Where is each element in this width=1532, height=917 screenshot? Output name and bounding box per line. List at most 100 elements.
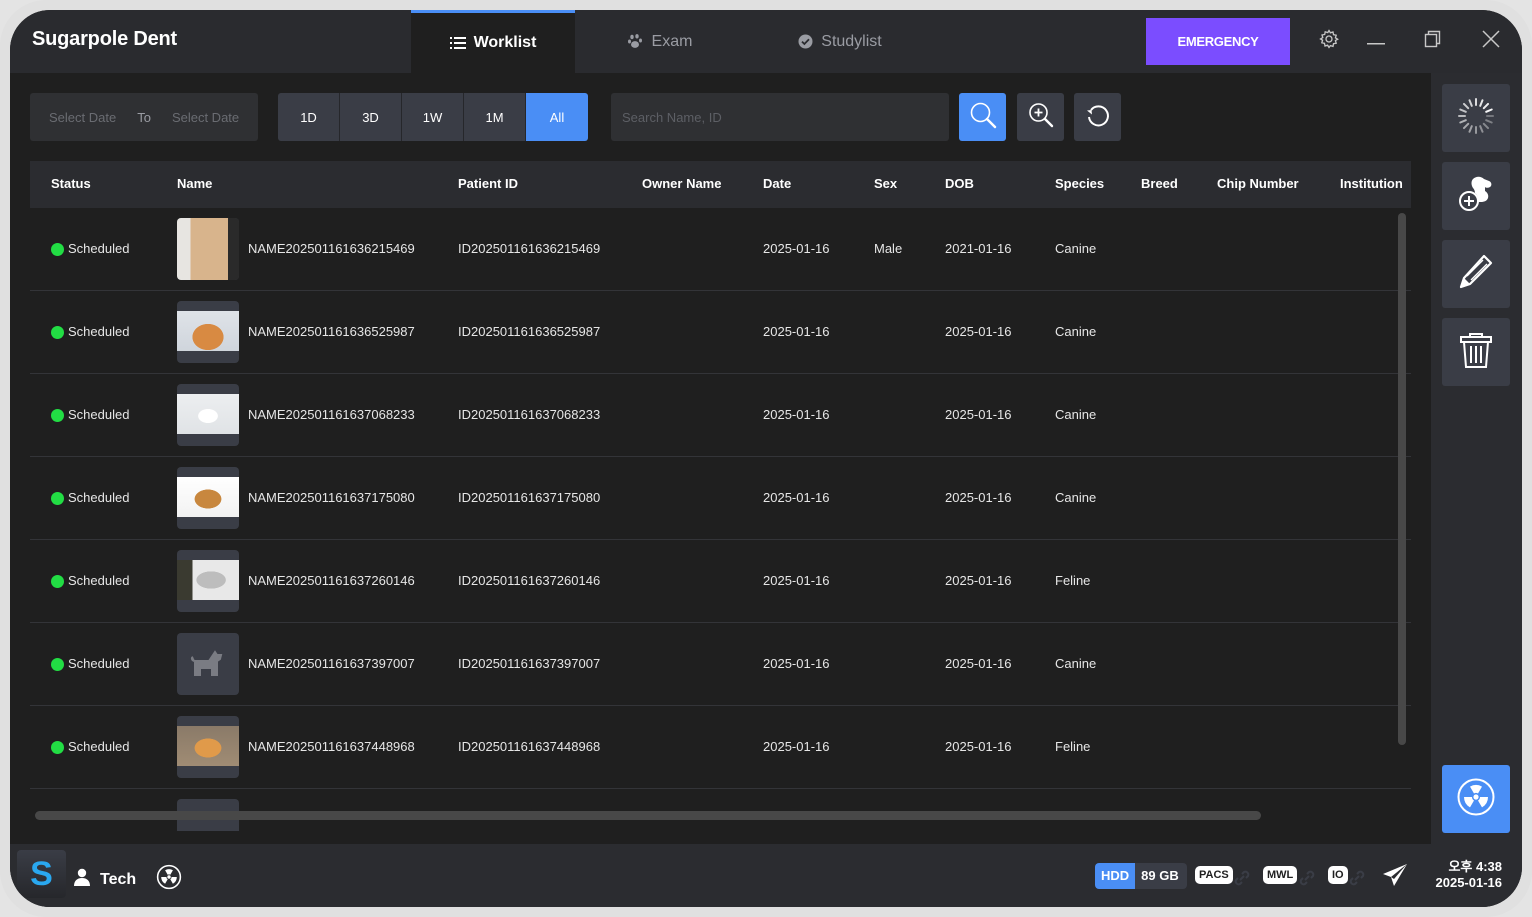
restore-button[interactable] <box>1420 28 1446 54</box>
photo-white-dog <box>177 394 239 434</box>
date-cell: 2025-01-16 <box>763 241 830 256</box>
patient-name-cell: NAME202501161636525987 <box>248 324 415 339</box>
patient-thumbnail <box>177 467 239 529</box>
paper-plane-icon <box>1382 864 1408 892</box>
column-header-institution[interactable]: Institution <box>1340 176 1403 191</box>
dob-cell: 2025-01-16 <box>945 324 1012 339</box>
patient-id-cell: ID202501161637448968 <box>458 739 601 754</box>
horizontal-scrollbar[interactable] <box>35 811 1261 820</box>
column-header-sex[interactable]: Sex <box>874 176 897 191</box>
minimize-button[interactable] <box>1363 28 1389 54</box>
hdd-free-space: 89 GB <box>1135 863 1187 889</box>
edit-button[interactable] <box>1442 240 1510 308</box>
dob-cell: 2025-01-16 <box>945 739 1012 754</box>
pacs-badge[interactable]: PACS <box>1195 866 1233 884</box>
species-cell: Canine <box>1055 241 1097 256</box>
loading-button[interactable] <box>1442 84 1510 152</box>
species-cell: Canine <box>1055 656 1097 671</box>
period-3d-button[interactable]: 3D <box>340 93 402 141</box>
status-text: Scheduled <box>68 656 130 671</box>
worklist-table: Status Name Patient ID Owner Name Date S… <box>30 161 1411 831</box>
patient-name-cell: NAME202501161636215469 <box>248 241 415 256</box>
table-row[interactable]: Scheduled NAME202501161637448968 ID2025011… <box>30 706 1411 789</box>
table-row[interactable]: Scheduled NAME202501161637260146 ID2025011… <box>30 540 1411 623</box>
mwl-link-icon <box>1297 868 1317 893</box>
tab-label: Exam <box>651 32 693 50</box>
pacs-link-icon <box>1232 868 1252 893</box>
table-row[interactable]: Scheduled NAME202501161637068233 ID2025011… <box>30 374 1411 457</box>
table-row[interactable]: Scheduled NAME202501161636525987 ID2025011… <box>30 291 1411 374</box>
send-button[interactable] <box>1382 862 1408 893</box>
column-header-breed[interactable]: Breed <box>1141 176 1178 191</box>
hdd-label: HDD <box>1095 863 1136 889</box>
edit-pencil-icon <box>1456 252 1496 297</box>
status-text: Scheduled <box>68 490 130 505</box>
column-header-owner-name[interactable]: Owner Name <box>642 176 721 191</box>
species-cell: Canine <box>1055 490 1097 505</box>
close-button[interactable] <box>1478 28 1504 54</box>
date-cell: 2025-01-16 <box>763 656 830 671</box>
app-title: Sugarpole Dent <box>32 28 177 50</box>
table-row-partial[interactable] <box>30 789 1411 831</box>
status-dot-icon <box>51 575 64 588</box>
photo-orange-cat <box>177 726 239 766</box>
date-cell: 2025-01-16 <box>763 324 830 339</box>
tab-studylist[interactable]: Studylist <box>760 10 920 73</box>
current-user[interactable]: Tech <box>74 864 182 895</box>
clock-time: 오후 4:38 <box>1448 859 1502 874</box>
date-cell: 2025-01-16 <box>763 407 830 422</box>
tab-exam[interactable]: Exam <box>590 10 730 73</box>
table-row[interactable]: Scheduled NAME202501161637397007 ID2025011… <box>30 623 1411 706</box>
patient-thumbnail <box>177 550 239 612</box>
clock: 오후 4:38 2025-01-16 <box>1428 859 1503 891</box>
photo-pomeranian <box>177 218 239 280</box>
column-header-patient-id[interactable]: Patient ID <box>458 176 518 191</box>
search-input[interactable] <box>611 93 949 141</box>
status-dot-icon <box>51 492 64 505</box>
column-header-name[interactable]: Name <box>177 176 212 191</box>
status-dot-icon <box>51 658 64 671</box>
settings-button[interactable] <box>1316 28 1342 54</box>
status-text: Scheduled <box>68 241 130 256</box>
status-dot-icon <box>51 409 64 422</box>
refresh-button[interactable] <box>1074 93 1121 141</box>
tab-worklist[interactable]: Worklist <box>411 10 575 73</box>
zoom-in-icon <box>1028 102 1054 133</box>
date-from-field[interactable]: Select Date <box>49 110 116 125</box>
table-row[interactable]: Scheduled NAME202501161636215469 ID2025011… <box>30 208 1411 291</box>
period-1w-button[interactable]: 1W <box>402 93 464 141</box>
io-badge[interactable]: IO <box>1328 866 1348 884</box>
patient-name-cell: NAME202501161637397007 <box>248 656 415 671</box>
column-header-chip-number[interactable]: Chip Number <box>1217 176 1299 191</box>
vertical-scrollbar[interactable] <box>1398 213 1406 745</box>
period-1m-button[interactable]: 1M <box>464 93 526 141</box>
close-icon <box>1482 29 1500 53</box>
delete-button[interactable] <box>1442 318 1510 386</box>
io-link-icon <box>1347 868 1367 893</box>
period-all-button[interactable]: All <box>526 93 588 141</box>
column-header-status[interactable]: Status <box>51 176 91 191</box>
patient-thumbnail <box>177 384 239 446</box>
period-1d-button[interactable]: 1D <box>278 93 340 141</box>
add-patient-button[interactable] <box>1442 162 1510 230</box>
patient-name-cell: NAME202501161637068233 <box>248 407 415 422</box>
date-range-picker[interactable]: Select Date To Select Date <box>30 93 258 141</box>
emergency-button[interactable]: EMERGENCY <box>1146 18 1290 65</box>
zoom-in-button[interactable] <box>1017 93 1064 141</box>
column-header-species[interactable]: Species <box>1055 176 1104 191</box>
mwl-badge[interactable]: MWL <box>1263 866 1298 884</box>
restore-icon <box>1424 30 1442 53</box>
patient-id-cell: ID202501161637397007 <box>458 656 601 671</box>
photo-tabby-cat <box>177 560 239 600</box>
table-row[interactable]: Scheduled NAME202501161637175080 ID2025011… <box>30 457 1411 540</box>
loading-spinner-icon <box>1456 96 1496 141</box>
gear-icon <box>1319 28 1339 54</box>
column-header-date[interactable]: Date <box>763 176 791 191</box>
species-cell: Feline <box>1055 739 1091 754</box>
search-button[interactable] <box>959 93 1006 141</box>
column-header-dob[interactable]: DOB <box>945 176 974 191</box>
acquire-xray-button[interactable] <box>1442 765 1510 833</box>
list-icon <box>449 36 466 50</box>
date-to-field[interactable]: Select Date <box>172 110 239 125</box>
app-logo[interactable]: S <box>17 850 66 898</box>
